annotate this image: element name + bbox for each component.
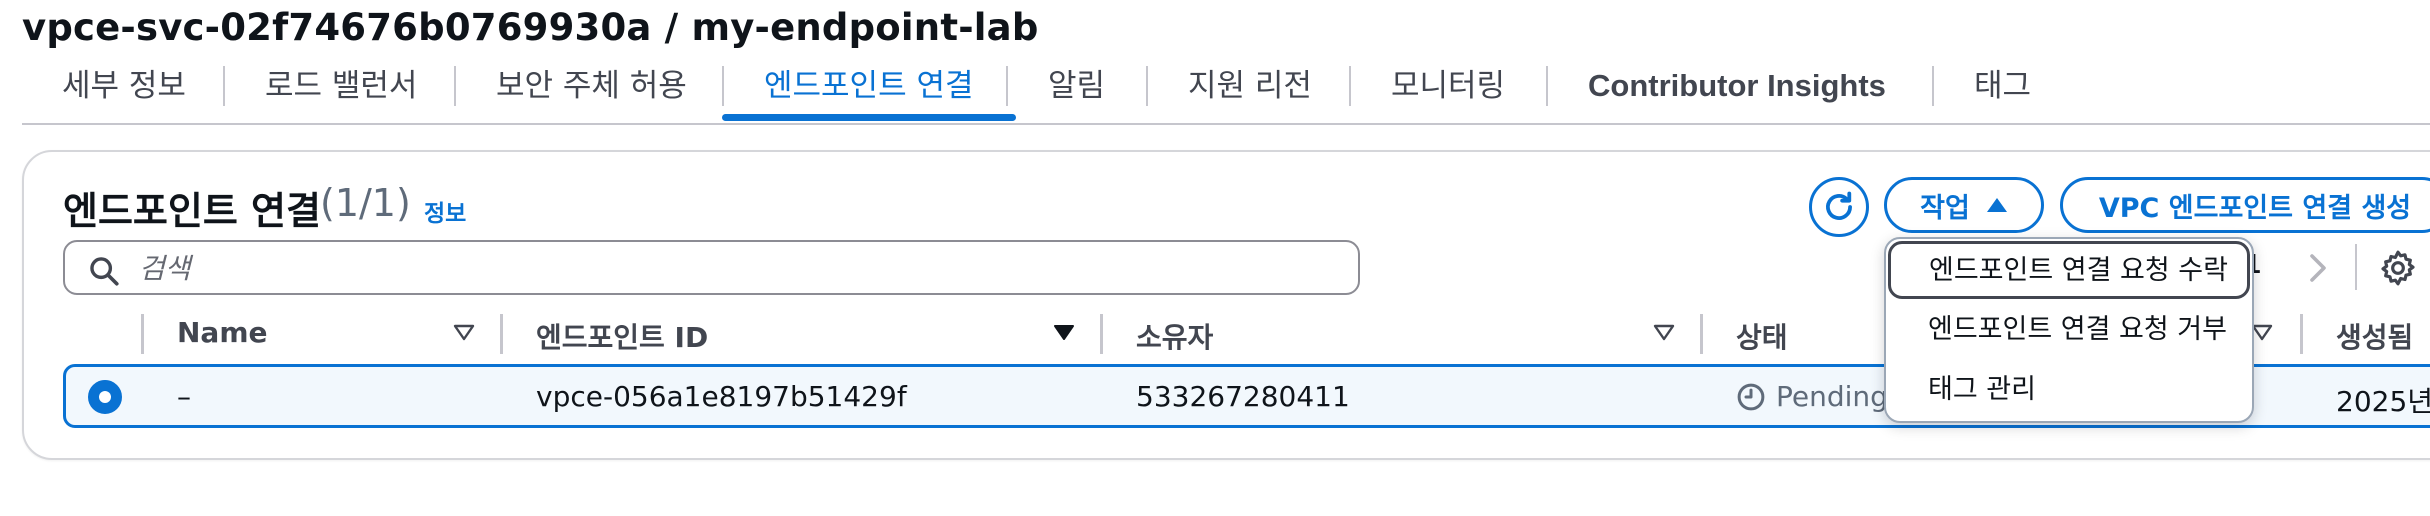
column-header-status[interactable]: 상태 [1736,316,1788,356]
column-header-created[interactable]: 생성됨 [2336,316,2413,356]
menu-item-accept-request[interactable]: 엔드포인트 연결 요청 수락 [1888,241,2250,299]
tab-details[interactable]: 세부 정보 [62,62,186,122]
page: vpce-svc-02f74676b0769930a / my-endpoint… [0,0,2430,516]
tab-endpoint-connections[interactable]: 엔드포인트 연결 [722,62,1015,122]
tab-separator [1932,66,1934,106]
tab-separator [1006,66,1008,106]
cell-owner: 533267280411 [1136,380,1350,413]
cell-status: Pending [1776,380,1888,413]
sort-icon[interactable] [452,320,476,344]
search-input[interactable] [139,248,1339,288]
gear-icon[interactable] [2378,248,2418,288]
refresh-icon [1826,191,1852,220]
sort-descending-icon[interactable] [1052,320,1076,344]
column-separator [500,314,503,354]
tab-allow-principals[interactable]: 보안 주체 허용 [496,62,687,122]
search-box [63,240,1360,295]
cell-name: – [177,380,191,413]
cell-created: 2025년 [2336,385,2430,418]
tab-bar-divider [22,123,2430,125]
column-header-owner[interactable]: 소유자 [1136,316,1213,356]
tab-monitoring[interactable]: 모니터링 [1391,62,1505,122]
column-separator [1700,314,1703,354]
tab-separator [454,66,456,106]
info-link[interactable]: 정보 [424,194,466,228]
tab-supported-regions[interactable]: 지원 리전 [1188,62,1312,122]
actions-dropdown-menu: 엔드포인트 연결 요청 수락 엔드포인트 연결 요청 거부 태그 관리 [1884,237,2254,423]
tab-separator [1349,66,1351,106]
create-endpoint-connection-button[interactable]: VPC 엔드포인트 연결 생성 [2060,177,2430,233]
tab-separator [1146,66,1148,106]
column-header-name[interactable]: Name [177,316,268,349]
column-separator [2300,314,2303,354]
search-icon [90,257,119,286]
refresh-button[interactable] [1809,177,1869,237]
container-title: 엔드포인트 연결 [63,189,321,233]
menu-item-manage-tags[interactable]: 태그 관리 [1886,361,2256,419]
page-title: vpce-svc-02f74676b0769930a / my-endpoint… [22,6,1039,49]
tab-tags[interactable]: 태그 [1974,62,2031,122]
cell-endpoint-id: vpce-056a1e8197b51429f [536,380,907,413]
menu-item-reject-request[interactable]: 엔드포인트 연결 요청 거부 [1886,301,2256,359]
tab-bar: 세부 정보 로드 밸런서 보안 주체 허용 엔드포인트 연결 알림 지원 리전 … [0,62,2430,124]
actions-button-label: 작업 [1920,192,1970,224]
column-header-endpoint-id[interactable]: 엔드포인트 ID [536,316,708,356]
sort-icon[interactable] [1652,320,1676,344]
chevron-right-icon[interactable] [2300,250,2336,286]
container-count: (1/1) [320,181,411,225]
tab-separator [722,66,724,106]
actions-button[interactable]: 작업 [1884,177,2044,233]
caret-up-icon [1986,198,2007,212]
tab-notifications[interactable]: 알림 [1048,62,1105,122]
clock-icon [1737,383,1765,411]
column-separator [1100,314,1103,354]
tab-contributor-insights[interactable]: Contributor Insights [1588,62,1886,122]
tab-separator [223,66,225,106]
tab-separator [1546,66,1548,106]
pagination-separator [2355,244,2357,290]
row-radio-button[interactable] [88,380,122,414]
column-separator [141,314,144,354]
tab-load-balancers[interactable]: 로드 밸런서 [265,62,417,122]
